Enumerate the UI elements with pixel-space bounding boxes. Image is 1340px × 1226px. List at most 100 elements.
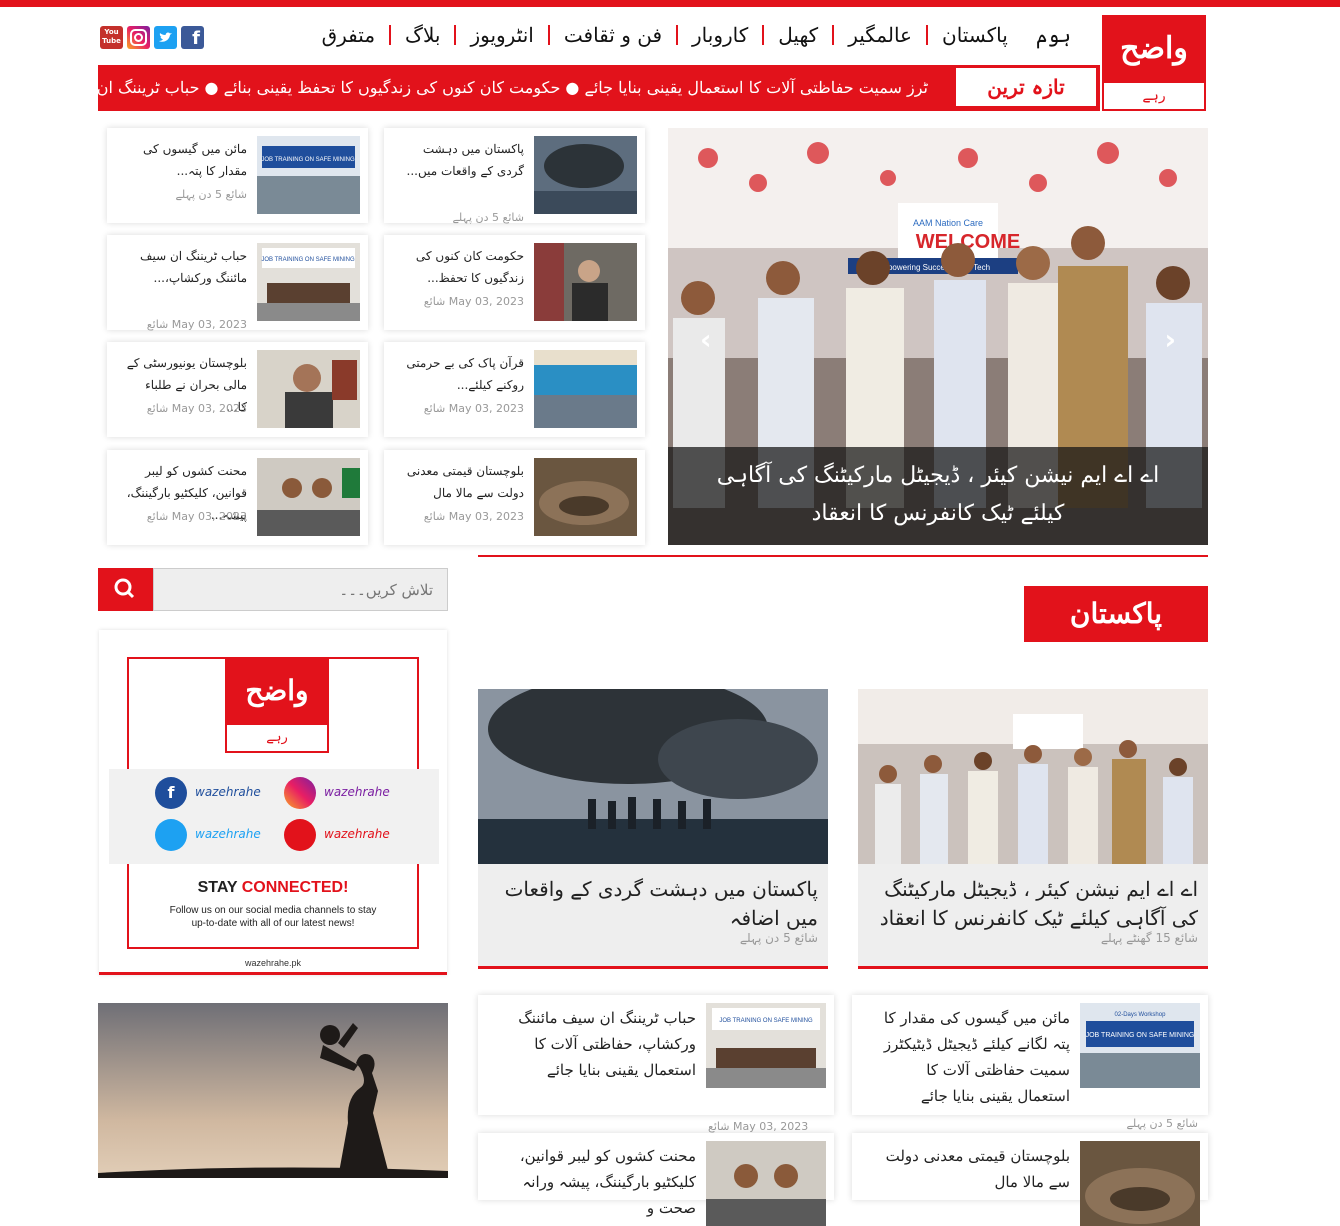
promo-line-2: up-to-date with all of our latest news! xyxy=(191,918,355,929)
card-title: بلوچستان قیمتی معدنی دولت سے مالا مال xyxy=(406,464,524,500)
nav-pakistan[interactable]: پاکستان xyxy=(928,23,1022,47)
site-logo[interactable]: واضح رہے xyxy=(1102,15,1206,111)
card-thumbnail xyxy=(257,458,360,536)
card-title: حباب ٹریننگ ان سیف مائننگ ورکشاپ،... xyxy=(140,249,247,285)
list-item[interactable]: محنت کشوں کو لیبر قوانین، کلیکٹیو بارگین… xyxy=(478,1133,834,1226)
main-nav: ہوم پاکستان عالمگیر کھیل کاروبار فن و ثق… xyxy=(300,12,1085,58)
thumb-banner-text: JOB TRAINING ON SAFE MINING xyxy=(719,1018,813,1024)
nav-interviews[interactable]: انٹرویوز xyxy=(456,23,547,47)
promo-logo: واضح رہے xyxy=(225,657,329,753)
promo-card[interactable]: واضح رہے f wazehrahe wazehrahe wazehrahe… xyxy=(109,657,439,949)
card-title: قرآن پاک کی بے حرمتی روکنے کیلئے... xyxy=(406,356,524,392)
promo-twitter-handle: wazehrahe xyxy=(195,827,261,841)
news-card[interactable]: بلوچستان یونیورسٹی کے مالی بحران نے طلبا… xyxy=(107,342,368,437)
slider-next-arrow[interactable]: › xyxy=(1164,323,1176,356)
nav-world[interactable]: عالمگیر xyxy=(834,23,926,47)
card-title: حکومت کان کنوں کی زندگیوں کا تحفظ... xyxy=(415,249,524,285)
card-title: مائن میں گیسوں کی مقدار کا پتہ... xyxy=(143,142,247,178)
breaking-news-ticker: تازہ ترین ٹرز سمیت حفاظتی آلات کا استعما… xyxy=(98,65,1100,111)
card-thumbnail xyxy=(257,350,360,428)
promo-stay: STAY xyxy=(197,879,238,896)
logo-bottom-text: رہے xyxy=(1142,88,1166,104)
list-thumbnail xyxy=(1080,1141,1200,1226)
section-feature-card[interactable]: اے اے ایم نیشن کیئر ، ڈیجیٹل مارکیٹنگ کی… xyxy=(858,689,1208,969)
thumb-banner-sub: 02-Days Workshop xyxy=(1115,1012,1167,1018)
list-thumbnail: JOB TRAINING ON SAFE MINING 02-Days Works… xyxy=(1080,1003,1200,1088)
facebook-icon[interactable]: f xyxy=(181,26,204,49)
card-thumbnail xyxy=(534,243,637,321)
ticker-text[interactable]: ٹرز سمیت حفاظتی آلات کا استعمال یقینی بن… xyxy=(98,65,928,111)
list-item[interactable]: JOB TRAINING ON SAFE MINING حباب ٹریننگ … xyxy=(478,995,834,1133)
news-card[interactable]: بلوچستان قیمتی معدنی دولت سے مالا مال Ma… xyxy=(384,450,645,545)
promo-url[interactable]: wazehrahe.pk xyxy=(99,958,447,968)
featured-slider[interactable]: AAM Nation Care WELCOME Empowering Succe… xyxy=(668,128,1208,545)
card-meta: May 03, 2023 شائع xyxy=(146,402,247,415)
top-accent-bar xyxy=(0,0,1340,7)
card-meta: May 03, 2023 شائع xyxy=(423,295,524,308)
promo-headline: STAY CONNECTED! xyxy=(129,879,417,897)
feature-card-title: اے اے ایم نیشن کیئر ، ڈیجیٹل مارکیٹنگ کی… xyxy=(879,877,1198,930)
promo-logo-top: واضح xyxy=(227,659,327,725)
list-item-meta: May 03, 2023 شائع xyxy=(708,1120,809,1133)
section-feature-card[interactable]: پاکستان میں دہشت گردی کے واقعات میں اضاف… xyxy=(478,689,828,969)
youtube-icon[interactable]: You Tube xyxy=(100,26,123,49)
card-thumbnail xyxy=(534,350,637,428)
feature-card-title: پاکستان میں دہشت گردی کے واقعات میں اضاف… xyxy=(504,877,818,930)
card-thumbnail: JOB TRAINING ON SAFE MINING xyxy=(257,243,360,321)
card-thumbnail xyxy=(534,458,637,536)
feature-card-image xyxy=(858,689,1208,864)
thumb-banner-text: JOB TRAINING ON SAFE MINING xyxy=(261,257,355,263)
nav-sports[interactable]: کھیل xyxy=(764,23,832,47)
sidebar-silhouette-image[interactable] xyxy=(98,1003,448,1200)
sidebar-image-footer xyxy=(98,1178,448,1200)
news-card[interactable]: JOB TRAINING ON SAFE MINING حباب ٹریننگ … xyxy=(107,235,368,331)
card-meta: May 03, 2023 شائع xyxy=(146,510,247,523)
promo-youtube-handle: wazehrahe xyxy=(324,827,390,841)
slider-prev-arrow[interactable]: ‹ xyxy=(700,323,712,356)
list-item[interactable]: JOB TRAINING ON SAFE MINING 02-Days Works… xyxy=(852,995,1208,1130)
feature-card-bar xyxy=(858,966,1208,969)
section-divider xyxy=(478,555,1208,557)
slider-sign-org: AAM Nation Care xyxy=(913,218,983,228)
news-card[interactable]: محنت کشوں کو لیبر قوانین، کلیکٹیو بارگین… xyxy=(107,450,368,545)
thumb-banner-text: JOB TRAINING ON SAFE MINING xyxy=(1086,1032,1195,1039)
youtube-icon xyxy=(284,819,316,851)
twitter-icon[interactable] xyxy=(154,26,177,49)
promo-logo-bottom: رہے xyxy=(266,730,288,745)
thumb-banner-text: JOB TRAINING ON SAFE MINING xyxy=(261,157,355,163)
list-item[interactable]: بلوچستان قیمتی معدنی دولت سے مالا مال xyxy=(852,1133,1208,1226)
twitter-icon xyxy=(155,819,187,851)
slider-caption[interactable]: اے اے ایم نیشن کیئر ، ڈیجیٹل مارکیٹنگ کی… xyxy=(668,447,1208,545)
card-thumbnail: JOB TRAINING ON SAFE MINING xyxy=(257,136,360,214)
facebook-icon: f xyxy=(155,777,187,809)
search-input[interactable] xyxy=(153,568,448,611)
search-icon xyxy=(114,578,135,599)
card-meta: شائع 5 دن پہلے xyxy=(452,211,524,224)
news-card[interactable]: قرآن پاک کی بے حرمتی روکنے کیلئے... May … xyxy=(384,342,645,437)
card-thumbnail xyxy=(534,136,637,214)
nav-misc[interactable]: متفرق xyxy=(308,23,389,47)
nav-blog[interactable]: بلاگ xyxy=(391,23,454,47)
feature-card-image xyxy=(478,689,828,864)
ticker-label: تازہ ترین xyxy=(956,68,1096,106)
nav-culture[interactable]: فن و ثقافت xyxy=(550,23,676,47)
news-card[interactable]: پاکستان میں دہشت گردی کے واقعات میں... ش… xyxy=(384,128,645,224)
logo-top-text: واضح xyxy=(1104,17,1204,83)
card-meta: May 03, 2023 شائع xyxy=(423,402,524,415)
instagram-icon[interactable] xyxy=(127,26,150,49)
feature-card-meta: شائع 15 گھنٹے پہلے xyxy=(1100,931,1198,945)
search-box xyxy=(98,568,448,611)
list-thumbnail xyxy=(706,1141,826,1226)
section-title-pakistan[interactable]: پاکستان xyxy=(1024,586,1208,642)
card-meta: May 03, 2023 شائع xyxy=(423,510,524,523)
nav-home[interactable]: ہوم xyxy=(1022,23,1085,47)
search-button[interactable] xyxy=(98,568,153,611)
list-thumbnail: JOB TRAINING ON SAFE MINING xyxy=(706,1003,826,1088)
promo-connected: CONNECTED! xyxy=(241,879,349,896)
nav-business[interactable]: کاروبار xyxy=(678,23,762,47)
news-card[interactable]: JOB TRAINING ON SAFE MINING مائن میں گیس… xyxy=(107,128,368,223)
list-item-title: مائن میں گیسوں کی مقدار کا پتہ لگانے کیل… xyxy=(883,1009,1070,1105)
list-item-meta: شائع 5 دن پہلے xyxy=(1126,1117,1198,1130)
promo-line-1: Follow us on our social media channels t… xyxy=(169,905,377,916)
news-card[interactable]: حکومت کان کنوں کی زندگیوں کا تحفظ... May… xyxy=(384,235,645,330)
